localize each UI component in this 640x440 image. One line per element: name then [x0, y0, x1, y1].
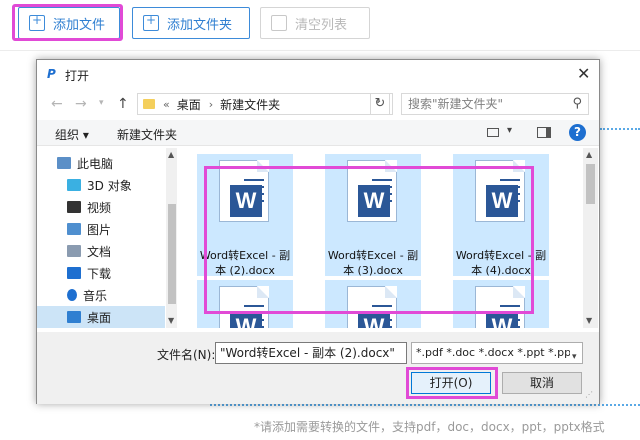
filename-input[interactable]: "Word转Excel - 副本 (2).docx"	[215, 342, 407, 364]
open-file-dialog: P 打开 ✕ ← → ▾ ↑ « 桌面 › 新建文件夹 ⌄ ↻ 搜索"新建文件夹…	[36, 59, 600, 404]
recent-dropdown-icon[interactable]: ▾	[99, 98, 104, 108]
filetype-select[interactable]: *.pdf *.doc *.docx *.ppt *.ppt ▾	[411, 342, 583, 364]
refresh-icon[interactable]: ↻	[370, 93, 390, 115]
sidebar-item-label: 图片	[87, 222, 112, 237]
resize-grip-icon[interactable]: ⋰	[585, 390, 595, 400]
back-arrow-icon[interactable]: ←	[51, 96, 63, 112]
address-bar[interactable]: « 桌面 › 新建文件夹 ⌄	[137, 93, 393, 115]
navigation-pane: 此电脑 3D 对象 视频 图片 文档 下载 音乐 桌面 ▲ ▼	[37, 148, 177, 328]
toolbar-divider	[0, 50, 640, 51]
cube-3d-icon	[67, 179, 81, 191]
navigation-scrollbar[interactable]: ▲ ▼	[166, 148, 177, 328]
dialog-titlebar: P 打开 ✕	[37, 60, 599, 88]
preview-pane-icon[interactable]	[537, 127, 551, 138]
sidebar-item-label: 桌面	[87, 310, 112, 325]
address-row: ← → ▾ ↑ « 桌面 › 新建文件夹 ⌄ ↻ 搜索"新建文件夹" ⚲	[37, 90, 599, 118]
clear-list-label: 清空列表	[295, 17, 348, 33]
video-icon	[67, 201, 81, 213]
supported-formats-hint: *请添加需要转换的文件，支持pdf，doc，docx，ppt，pptx格式	[254, 420, 605, 434]
sidebar-item-documents[interactable]: 文档	[37, 240, 165, 262]
breadcrumb-separator: ›	[208, 97, 214, 111]
new-folder-button[interactable]: 新建文件夹	[117, 126, 177, 143]
picture-icon	[67, 223, 81, 235]
sidebar-item-label: 视频	[87, 200, 112, 215]
highlight-open-button	[406, 367, 498, 399]
scroll-down-icon[interactable]: ▼	[168, 316, 174, 325]
sidebar-item-music[interactable]: 音乐	[37, 284, 165, 306]
scrollbar-thumb[interactable]	[586, 164, 595, 204]
sidebar-item-label: 下载	[87, 266, 112, 281]
sidebar-item-label: 3D 对象	[87, 178, 132, 193]
cancel-button[interactable]: 取消	[502, 372, 582, 394]
breadcrumb-new-folder[interactable]: 新建文件夹	[220, 96, 280, 113]
desktop-icon	[67, 311, 81, 323]
drop-zone-border	[600, 128, 640, 130]
breadcrumb-overflow[interactable]: «	[163, 98, 170, 111]
app-toolbar: 添加文件 添加文件夹 清空列表	[0, 0, 640, 50]
folder-icon	[143, 99, 155, 109]
view-dropdown-icon[interactable]: ▾	[507, 125, 512, 136]
highlight-add-file	[12, 4, 123, 41]
drop-zone-border-bottom	[210, 404, 640, 406]
breadcrumb-desktop[interactable]: 桌面	[177, 96, 201, 113]
close-icon[interactable]: ✕	[577, 64, 590, 83]
computer-icon	[57, 157, 71, 169]
scroll-down-icon[interactable]: ▼	[586, 316, 592, 325]
command-bar: 组织 ▾ 新建文件夹 ▾ ?	[37, 120, 599, 146]
sidebar-item-label: 此电脑	[77, 156, 114, 171]
music-icon	[67, 289, 77, 301]
add-folder-label: 添加文件夹	[167, 17, 233, 33]
download-icon	[67, 267, 81, 279]
sidebar-item-this-pc[interactable]: 此电脑	[37, 152, 165, 174]
view-options-icon[interactable]	[487, 128, 499, 137]
file-list-scrollbar[interactable]: ▲ ▼	[583, 148, 598, 328]
filename-value: "Word转Excel - 副本 (2).docx"	[220, 346, 395, 360]
organize-menu[interactable]: 组织 ▾	[55, 126, 89, 143]
sidebar-item-label: 音乐	[83, 288, 108, 303]
add-folder-icon	[143, 13, 159, 31]
filename-label: 文件名(N):	[157, 348, 216, 362]
sidebar-item-label: 文档	[87, 244, 112, 259]
sidebar-item-videos[interactable]: 视频	[37, 196, 165, 218]
clear-list-button[interactable]: 清空列表	[260, 7, 370, 39]
scroll-up-icon[interactable]: ▲	[586, 150, 592, 159]
search-placeholder: 搜索"新建文件夹"	[408, 97, 504, 111]
sidebar-item-downloads[interactable]: 下载	[37, 262, 165, 284]
forward-arrow-icon[interactable]: →	[75, 96, 87, 112]
search-icon: ⚲	[572, 96, 582, 111]
trash-icon	[271, 15, 287, 31]
document-icon	[67, 245, 81, 257]
scrollbar-thumb[interactable]	[168, 204, 176, 304]
filetype-value: *.pdf *.doc *.docx *.ppt *.ppt	[416, 346, 576, 359]
app-logo-icon: P	[47, 67, 56, 81]
add-folder-button[interactable]: 添加文件夹	[132, 7, 250, 39]
up-arrow-icon[interactable]: ↑	[117, 96, 129, 112]
sidebar-item-desktop[interactable]: 桌面	[37, 306, 165, 328]
scroll-up-icon[interactable]: ▲	[168, 150, 174, 159]
search-input[interactable]: 搜索"新建文件夹" ⚲	[401, 93, 589, 115]
chevron-down-icon: ▾	[570, 347, 577, 363]
dialog-footer: 文件名(N): "Word转Excel - 副本 (2).docx" *.pdf…	[37, 332, 599, 404]
dialog-title: 打开	[65, 69, 90, 83]
sidebar-item-pictures[interactable]: 图片	[37, 218, 165, 240]
sidebar-item-3d-objects[interactable]: 3D 对象	[37, 174, 165, 196]
highlight-selected-files	[204, 166, 534, 314]
help-icon[interactable]: ?	[569, 124, 586, 141]
